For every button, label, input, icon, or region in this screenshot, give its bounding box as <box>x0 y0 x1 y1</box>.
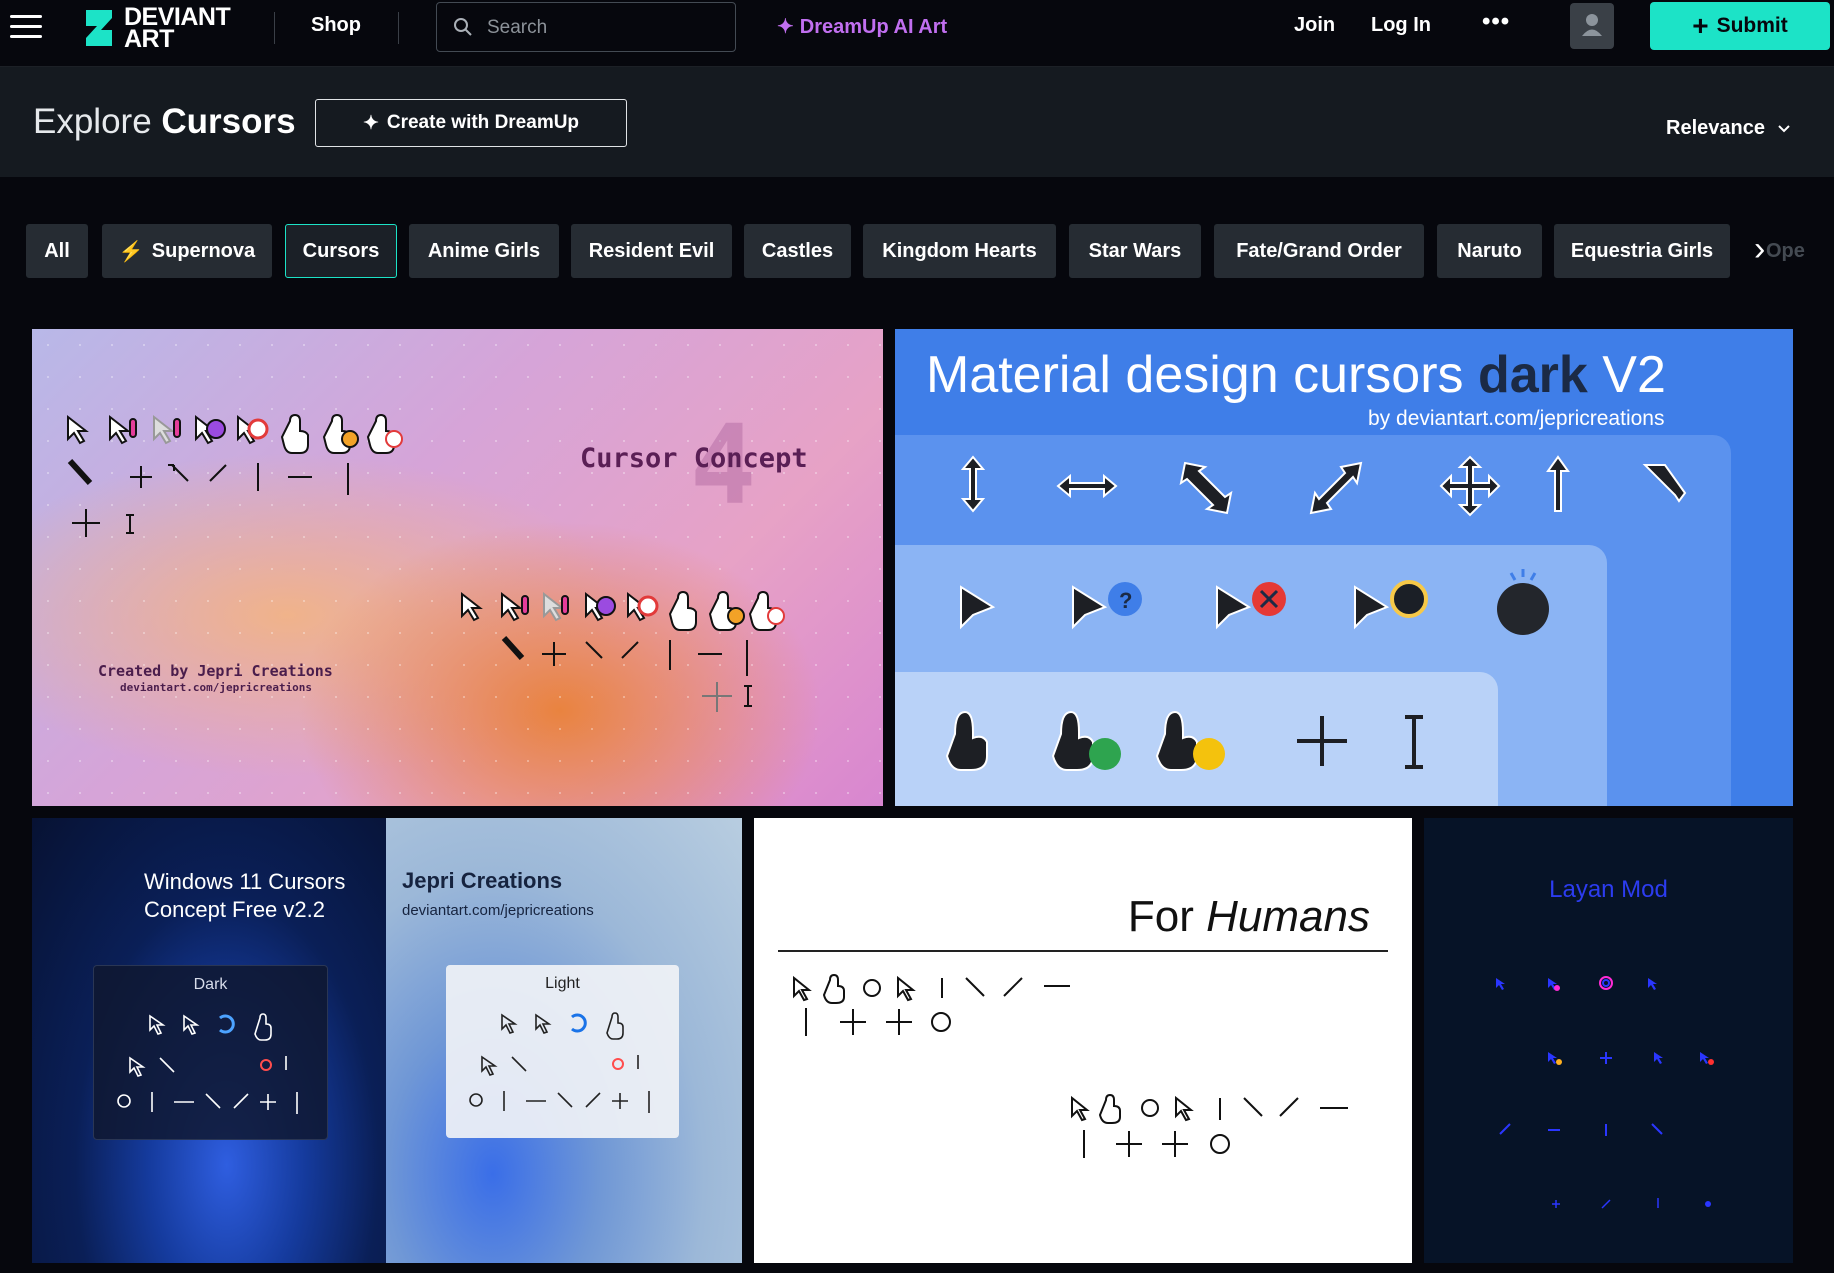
create-with-dreamup-button[interactable]: ✦ Create with DreamUp <box>315 99 627 147</box>
join-link[interactable]: Join <box>1294 14 1335 37</box>
divider <box>274 12 275 44</box>
deviantart-logo[interactable]: DEVIANT ART <box>84 3 244 53</box>
cursor-set-preview-icon <box>1496 976 1714 1209</box>
chip-resident-evil[interactable]: Resident Evil <box>571 224 732 278</box>
chip-cursors[interactable]: Cursors <box>285 224 397 278</box>
chip-kingdom-hearts[interactable]: Kingdom Hearts <box>863 224 1056 278</box>
cursor-set-preview-icon <box>67 413 785 712</box>
chip-supernova[interactable]: ⚡ Supernova <box>102 224 272 278</box>
sparkle-icon: ✦ <box>362 112 379 134</box>
chips-scroll-right-button[interactable]: Ope › <box>1736 224 1805 280</box>
plus-icon: + <box>1692 10 1709 41</box>
cursor-set-preview-icon <box>793 973 1348 1158</box>
chip-all[interactable]: All <box>26 224 88 278</box>
logo-text: DEVIANT ART <box>124 3 231 53</box>
gallery-tile-for-humans[interactable]: For Humans <box>754 818 1412 1263</box>
submit-button[interactable]: + Submit <box>1650 2 1830 50</box>
chevron-down-icon <box>1777 125 1790 133</box>
sort-dropdown[interactable]: Relevance <box>1666 117 1791 140</box>
topic-chips: All ⚡ Supernova Cursors Anime Girls Resid… <box>26 224 1794 282</box>
gallery-tile-cursor-concept[interactable]: 4 Cursor Concept Created by Jepri Creati… <box>32 329 883 806</box>
user-icon <box>1582 14 1602 36</box>
chip-fate-grand-order[interactable]: Fate/Grand Order <box>1214 224 1424 278</box>
more-options-button[interactable]: ••• <box>1482 8 1510 36</box>
chip-castles[interactable]: Castles <box>744 224 851 278</box>
gallery-tile-layan-mod[interactable]: Layan Mod <box>1424 818 1793 1263</box>
bolt-icon: ⚡ <box>118 240 144 263</box>
explore-header: Explore Cursors ✦ Create with DreamUp Re… <box>0 67 1834 177</box>
light-preview-panel: Light <box>446 965 679 1138</box>
avatar[interactable] <box>1570 3 1614 49</box>
chip-anime-girls[interactable]: Anime Girls <box>409 224 559 278</box>
gallery-tile-windows11-cursors-dark[interactable]: Windows 11 Cursors Concept Free v2.2 Dar… <box>32 818 386 1263</box>
chip-equestria-girls[interactable]: Equestria Girls <box>1554 224 1730 278</box>
chip-star-wars[interactable]: Star Wars <box>1069 224 1201 278</box>
top-bar: DEVIANT ART Shop ✦DreamUp AI Art Join Lo… <box>0 0 1834 67</box>
chevron-right-icon: › <box>1754 230 1766 268</box>
gallery-tile-material-cursors[interactable]: Material design cursors dark V2 by devia… <box>895 329 1793 806</box>
search-input[interactable] <box>485 13 719 43</box>
deviantart-logo-icon <box>86 10 112 46</box>
page-title: Explore Cursors <box>33 102 296 141</box>
dreamup-link[interactable]: ✦ DreamUp AI Art <box>777 14 947 39</box>
svg-text:?: ? <box>1119 588 1132 613</box>
dark-preview-panel: Dark <box>93 965 328 1140</box>
sparkle-icon: ✦ <box>777 16 794 38</box>
chip-naruto[interactable]: Naruto <box>1437 224 1542 278</box>
gallery-tile-windows11-cursors-light[interactable]: Jepri Creations deviantart.com/jepricrea… <box>386 818 742 1263</box>
search-box[interactable] <box>436 2 736 52</box>
tile-author: Jepri Creations <box>402 868 563 893</box>
search-icon <box>454 18 472 36</box>
cursor-set-preview-icon <box>469 1012 650 1113</box>
menu-icon[interactable] <box>10 13 42 41</box>
login-link[interactable]: Log In <box>1371 14 1431 37</box>
cursor-set-preview-icon <box>117 1013 298 1114</box>
shop-link[interactable]: Shop <box>311 14 361 37</box>
cursor-set-preview-icon: ? <box>945 455 1687 771</box>
tile-title: Windows 11 Cursors Concept Free v2.2 <box>144 869 346 922</box>
divider <box>398 12 399 44</box>
tile-author-url: deviantart.com/jepricreations <box>402 902 594 919</box>
